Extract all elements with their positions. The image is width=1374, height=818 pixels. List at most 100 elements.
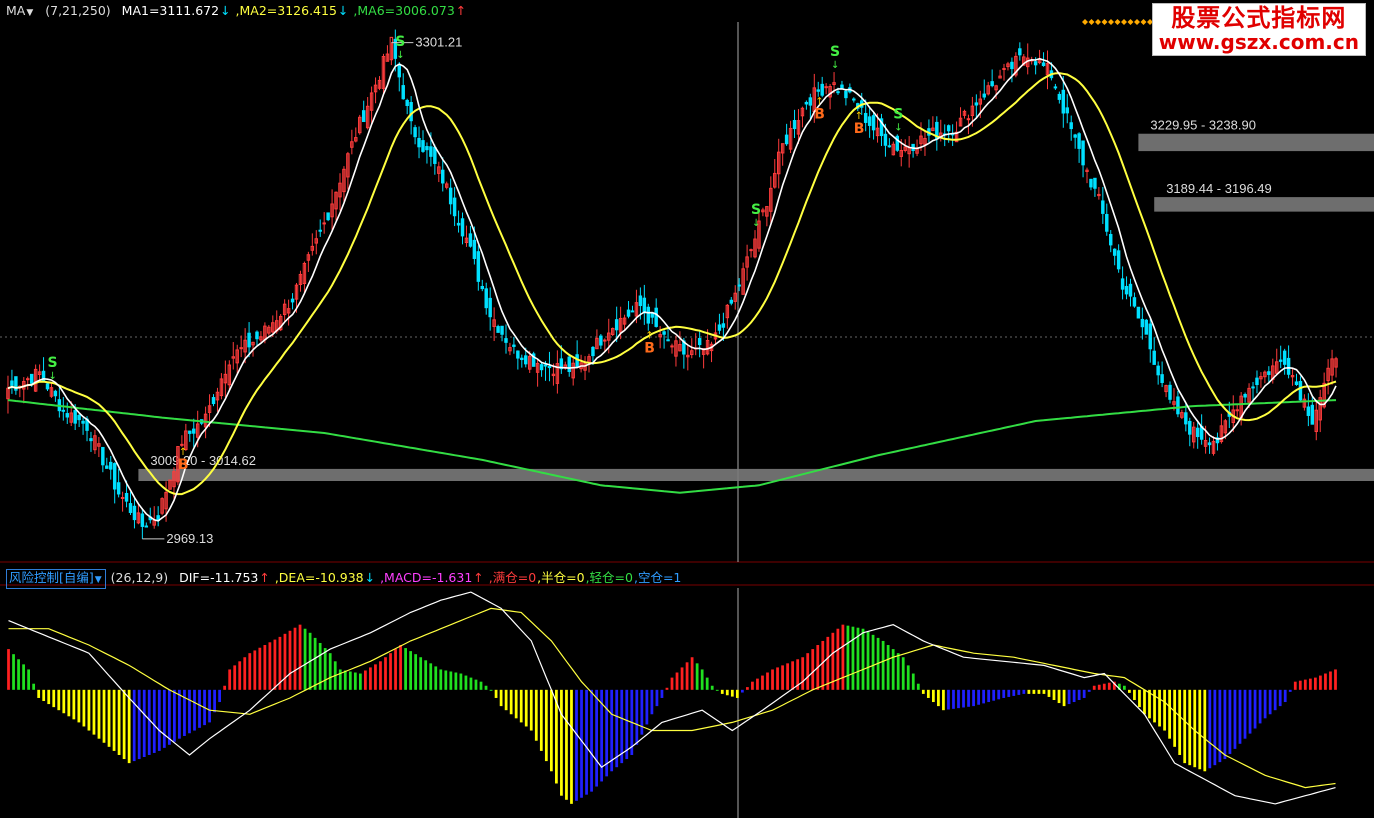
macd-bar	[1268, 689, 1272, 715]
macd-bar	[982, 689, 986, 704]
macd-bar	[1248, 689, 1252, 734]
macd-bar	[223, 685, 227, 690]
candle-body	[946, 125, 951, 132]
macd-bar	[766, 672, 769, 690]
candle-body	[61, 409, 66, 412]
diamond-marker	[1088, 19, 1095, 25]
macd-bar	[680, 667, 684, 690]
macd-bar	[1057, 689, 1061, 704]
candle-body	[717, 324, 722, 331]
candle-body	[132, 505, 137, 521]
macd-bar	[1037, 689, 1041, 694]
macd-bar	[404, 648, 407, 690]
macd-bar	[534, 689, 538, 741]
macd-bar	[665, 687, 669, 690]
macd-bar	[293, 627, 297, 690]
candle-body	[188, 430, 192, 434]
candle-body	[871, 115, 876, 131]
macd-bar	[228, 669, 232, 690]
macd-bar	[1102, 683, 1106, 690]
diamond-marker	[1108, 19, 1114, 25]
candle-body	[1152, 350, 1156, 365]
candle-body	[1140, 318, 1145, 328]
candle-body	[128, 503, 133, 513]
macd-bar	[313, 637, 317, 690]
candle-body	[1251, 386, 1255, 389]
macd-bar	[1324, 673, 1327, 690]
macd-bar	[469, 677, 473, 690]
macd-bar	[911, 673, 915, 690]
candle-body	[1069, 122, 1073, 130]
candle-body	[1132, 297, 1137, 307]
candle-body	[547, 366, 552, 369]
macd-params: (26,12,9)	[110, 570, 169, 585]
ma-indicator-selector[interactable]: MA▼	[6, 3, 34, 18]
candle-body	[1057, 93, 1062, 100]
macd-bar	[615, 689, 619, 768]
macd-bar	[1213, 689, 1217, 766]
candle-body	[53, 390, 58, 397]
price-band-label: 3229.95 - 3238.90	[1150, 118, 1256, 133]
macd-bar	[77, 689, 81, 723]
macd-bar	[474, 679, 478, 690]
candle-body	[361, 110, 366, 123]
macd-bar	[1143, 689, 1146, 715]
macd-bar	[1253, 689, 1257, 729]
macd-bar	[1173, 689, 1177, 747]
macd-bar	[439, 669, 443, 690]
macd-bar	[821, 640, 825, 690]
candle-body	[484, 288, 488, 309]
sell-signal-label: S	[893, 106, 903, 122]
macd-bar	[107, 689, 111, 747]
macd-bar	[972, 689, 975, 707]
macd-bar	[137, 689, 141, 760]
candle-body	[26, 378, 30, 381]
low-price-label: 2969.13	[166, 531, 213, 546]
price-band	[1154, 197, 1374, 212]
macd-bar	[570, 689, 573, 804]
macd-bar	[298, 624, 302, 690]
macd-bar	[519, 689, 523, 723]
half-position-value: ,半仓=0	[537, 570, 585, 585]
macd-bar	[1022, 689, 1026, 694]
diamond-marker	[1140, 19, 1147, 25]
macd-bar	[57, 689, 61, 711]
candle-body	[1243, 393, 1247, 398]
candle-body	[638, 295, 643, 307]
candle-body	[116, 482, 121, 495]
candle-body	[543, 364, 548, 367]
candle-body	[496, 326, 500, 333]
candle-body	[1081, 140, 1085, 166]
candle-body	[1278, 359, 1283, 362]
macd-bar	[720, 689, 724, 694]
macd-bar	[1012, 689, 1016, 696]
candle-body	[468, 233, 473, 247]
macd-bar	[67, 689, 71, 717]
diamond-markers	[1082, 19, 1160, 25]
macd-bar	[655, 689, 659, 707]
candle-body	[488, 297, 492, 318]
chevron-down-icon: ▼	[94, 575, 102, 585]
macd-bar	[851, 626, 855, 690]
candle-body	[784, 134, 789, 145]
macd-bar	[82, 689, 86, 727]
price-band	[1138, 133, 1374, 152]
macd-bar	[22, 664, 25, 690]
macd-bar	[1303, 679, 1307, 690]
candle-body	[1041, 62, 1046, 67]
macd-bar	[801, 657, 805, 690]
candle-body	[460, 218, 465, 237]
macd-bar	[640, 689, 644, 735]
macd-bar	[288, 630, 292, 690]
light-position-value: ,轻仓=0	[585, 570, 633, 585]
macd-bar	[32, 683, 36, 690]
macd-bar	[178, 689, 181, 739]
macd-bar	[348, 671, 352, 690]
macd-bar	[997, 689, 1001, 700]
macd-bar	[524, 689, 528, 727]
macd-bar	[157, 689, 161, 751]
indicator-selector[interactable]: 风险控制[自编]▼	[6, 569, 106, 589]
candle-body	[1061, 89, 1066, 114]
watermark-url: www.gszx.com.cn	[1158, 30, 1359, 54]
macd-bar	[122, 689, 126, 760]
